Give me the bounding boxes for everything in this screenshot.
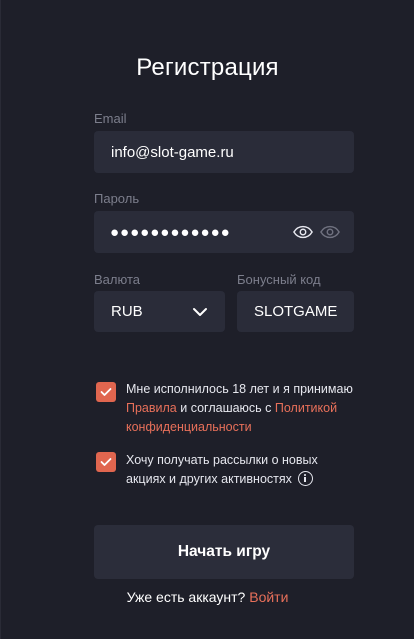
login-prompt: Уже есть аккаунт? Войти xyxy=(1,589,414,605)
policy-link[interactable]: Политикой xyxy=(275,401,337,415)
bonus-value: SLOTGAME xyxy=(254,303,338,320)
eye-icon[interactable] xyxy=(293,225,313,239)
newsletter-line2: акциях и других активностях xyxy=(126,472,292,486)
login-prompt-text: Уже есть аккаунт? xyxy=(126,589,250,605)
info-icon[interactable] xyxy=(297,471,313,487)
email-value: info@slot-game.ru xyxy=(111,143,234,161)
check-icon xyxy=(100,388,112,396)
bonus-label: Бонусный код xyxy=(237,272,321,287)
rules-link[interactable]: Правила xyxy=(126,401,177,415)
newsletter-checkbox[interactable] xyxy=(96,452,116,472)
agree-line1: Мне исполнилось 18 лет и я принимаю xyxy=(126,382,353,396)
currency-select[interactable]: RUB xyxy=(94,291,225,332)
agree-text: Мне исполнилось 18 лет и я принимаю Прав… xyxy=(126,380,366,437)
newsletter-line1: Хочу получать рассылки о новых xyxy=(126,453,318,467)
check-icon xyxy=(100,458,112,466)
registration-panel: Регистрация Email info@slot-game.ru Паро… xyxy=(0,0,414,639)
password-label: Пароль xyxy=(94,191,140,206)
login-link[interactable]: Войти xyxy=(249,589,288,605)
start-game-button[interactable]: Начать игру xyxy=(94,525,354,579)
email-label: Email xyxy=(94,111,127,126)
policy-link-cont[interactable]: конфиденциальности xyxy=(126,420,252,434)
page-title: Регистрация xyxy=(136,54,279,81)
password-field[interactable]: ●●●●●●●●●●●● xyxy=(94,211,354,253)
currency-value: RUB xyxy=(111,303,143,320)
eye-icon-toggle[interactable] xyxy=(320,225,340,239)
password-value: ●●●●●●●●●●●● xyxy=(110,223,231,241)
agree-middle: и соглашаюсь с xyxy=(176,401,275,415)
chevron-down-icon xyxy=(193,307,207,316)
newsletter-text: Хочу получать рассылки о новых акциях и … xyxy=(126,451,366,489)
currency-label: Валюта xyxy=(94,272,140,287)
email-field[interactable]: info@slot-game.ru xyxy=(94,131,354,173)
agree-checkbox[interactable] xyxy=(96,382,116,402)
bonus-code-field[interactable]: SLOTGAME xyxy=(237,291,354,332)
